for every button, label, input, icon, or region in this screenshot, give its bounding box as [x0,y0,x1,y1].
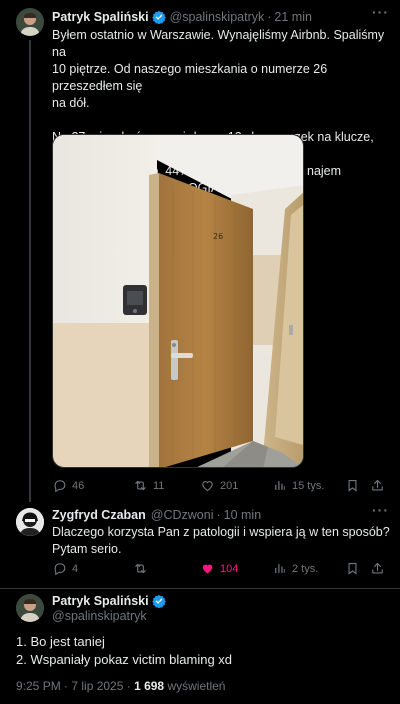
tweet-header: Patryk Spaliński @spalinskipatryk · 21 m… [52,10,312,24]
text-line: na dół. [52,96,90,110]
author-name[interactable]: Zygfryd Czaban [52,508,146,522]
share-button[interactable] [370,478,385,493]
tweet-time[interactable]: 10 min [224,508,262,522]
reply-count: 46 [72,479,85,492]
views-icon [272,561,287,576]
timestamp[interactable]: 9:25 PM · 7 lip 2025 · [16,679,131,693]
share-icon [370,478,385,493]
like-count: 104 [220,562,239,575]
text-line: Pytam serio. [52,542,122,556]
tweet-text: 1. Bo jest taniej 2. Wspaniały pokaz vic… [16,633,386,669]
reply-icon [52,478,67,493]
text-line: Dlaczego korzysta Pan z patologii i wspi… [52,525,390,539]
author-handle[interactable]: @CDzwoni [151,508,214,522]
bookmark-button[interactable] [345,561,360,576]
thread-line [29,40,31,502]
tweet-photo[interactable]: 26 [52,134,304,468]
like-icon [200,478,215,493]
like-button[interactable]: 104 [200,561,238,576]
views-button[interactable]: 2 tys. [272,561,318,576]
bookmark-button[interactable] [345,478,360,493]
views-count: 2 tys. [292,562,319,575]
views-label: wyświetleń [167,679,226,693]
like-button[interactable]: 201 [200,478,238,493]
text-line: 2. Wspaniały pokaz victim blaming xd [16,652,233,667]
tweet-time[interactable]: 21 min [274,10,312,24]
share-icon [370,561,385,576]
tweet-actions: 46 11 201 15 tys. [52,478,392,496]
tweet-actions: 4 104 2 tys. [52,561,392,579]
author-name[interactable]: Patryk Spaliński [52,594,149,608]
tweet-meta: 9:25 PM · 7 lip 2025 · 1 698 wyświetleń [16,679,225,693]
avatar[interactable] [16,8,44,36]
reply-button[interactable]: 4 [52,561,78,576]
views-icon [272,478,287,493]
tweet-header: Zygfryd Czaban @CDzwoni · 10 min [52,508,261,522]
door-number: 26 [213,232,223,241]
views-count: 1 698 [134,679,165,693]
separator-dot: · [267,10,272,24]
reply-icon [52,561,67,576]
text-line: 1. Bo jest taniej [16,634,105,649]
more-icon[interactable]: ··· [372,4,389,20]
verified-badge-icon [152,594,166,608]
handle-row: @spalinskipatryk [52,609,147,623]
like-icon [200,561,215,576]
repost-icon [133,561,148,576]
verified-badge-icon [152,10,166,24]
text-line: Byłem ostatnio w Warszawie. Wynajęliśmy … [52,28,385,59]
repost-button[interactable] [133,561,148,576]
reply-count: 4 [72,562,79,575]
repost-count: 11 [153,479,165,492]
reply-button[interactable]: 46 [52,478,84,493]
tweet-2[interactable]: Zygfryd Czaban @CDzwoni · 10 min ··· Dla… [0,500,400,588]
bookmark-icon [345,478,360,493]
avatar[interactable] [16,508,44,536]
tweet-1[interactable]: Patryk Spaliński @spalinskipatryk · 21 m… [0,0,400,502]
author-name[interactable]: Patryk Spaliński [52,10,149,24]
repost-button[interactable]: 11 [133,478,164,493]
author-handle[interactable]: @spalinskipatryk [170,10,265,24]
text-line: 10 piętrze. Od naszego mieszkania o nume… [52,62,328,93]
share-button[interactable] [370,561,385,576]
repost-icon [133,478,148,493]
author-handle[interactable]: @spalinskipatryk [52,609,147,623]
bookmark-icon [345,561,360,576]
like-count: 201 [220,479,239,492]
more-icon[interactable]: ··· [372,502,389,518]
separator-dot: · [216,508,221,522]
avatar[interactable] [16,594,44,622]
views-button[interactable]: 15 tys. [272,478,324,493]
tweet-header: Patryk Spaliński [52,594,170,608]
views-count: 15 tys. [292,479,325,492]
tweet-text: Dlaczego korzysta Pan z patologii i wspi… [52,524,392,558]
